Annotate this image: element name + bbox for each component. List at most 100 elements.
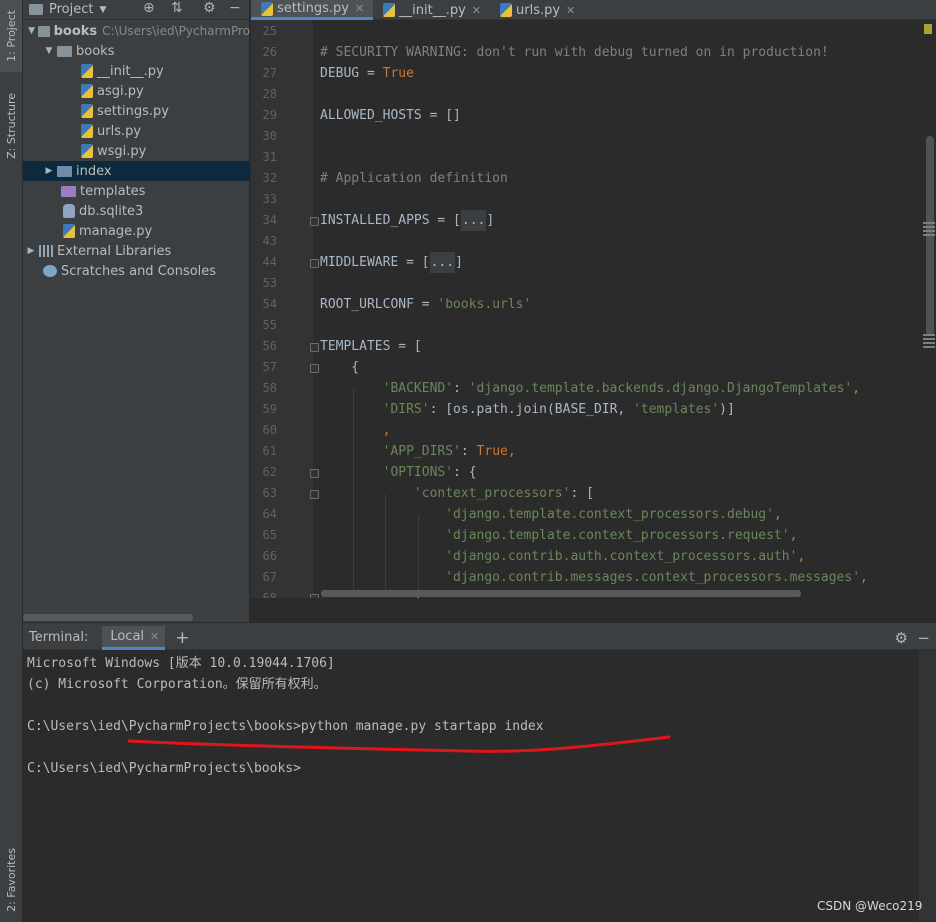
favorites-tool-tab[interactable]: 2: Favorites (0, 838, 22, 922)
code-token: 'django.template.context_processors.debu… (320, 507, 774, 522)
red-underline-annotation (127, 735, 671, 753)
tree-item-books[interactable]: ▼ books (23, 41, 250, 61)
terminal-scrollbar[interactable] (919, 650, 936, 922)
hide-panel-icon[interactable]: − (229, 0, 241, 16)
fold-toggle[interactable] (310, 469, 319, 478)
code-line-54: ROOT_URLCONF = 'books.urls' (320, 294, 531, 315)
gear-icon[interactable]: ⚙ (203, 0, 216, 16)
fold-toggle[interactable] (310, 594, 319, 598)
code-token: INSTALLED_APPS = [ (320, 213, 461, 228)
code-token: 'django.template.context_processors.requ… (320, 528, 790, 543)
inspection-status-icon[interactable] (924, 24, 932, 34)
code-token: : (453, 381, 469, 396)
tree-item-urls-py[interactable]: urls.py (23, 121, 250, 141)
project-tool-tab[interactable]: 1: Project (0, 0, 22, 72)
tree-item-index[interactable]: ▶ index (23, 161, 250, 181)
tree-item-manage-py[interactable]: manage.py (23, 221, 250, 241)
line-number: 60 (262, 423, 277, 437)
fold-toggle[interactable] (310, 217, 319, 226)
editor-horizontal-scrollbar[interactable] (321, 590, 801, 597)
fold-toggle[interactable] (310, 364, 319, 373)
folded-region[interactable]: ... (460, 210, 487, 231)
close-icon[interactable]: ✕ (355, 2, 364, 15)
hide-panel-icon[interactable]: − (917, 629, 930, 647)
code-token: DEBUG = (320, 66, 383, 81)
code-line-60: , (320, 423, 391, 438)
structure-tool-tab[interactable]: Z: Structure (0, 86, 22, 166)
database-file-icon (63, 204, 75, 218)
folder-icon (57, 45, 72, 57)
folded-region[interactable]: ... (429, 252, 456, 273)
collapse-all-icon[interactable]: ⇅ (171, 0, 183, 16)
project-horizontal-scrollbar[interactable] (23, 614, 193, 621)
line-number: 65 (262, 528, 277, 542)
code-line-65: 'django.template.context_processors.requ… (320, 525, 797, 546)
tree-item-settings-py[interactable]: settings.py (23, 101, 250, 121)
tree-item-scratches[interactable]: Scratches and Consoles (23, 261, 250, 281)
code-token: 'books.urls' (437, 297, 532, 312)
line-number: 66 (262, 549, 277, 563)
templates-folder-icon (61, 185, 76, 197)
code-token: )] (719, 402, 735, 417)
code-line-44: MIDDLEWARE = [...] (320, 252, 463, 273)
left-tool-strip: 1: Project Z: Structure 2: Favorites (0, 0, 23, 922)
tree-item-external-libraries[interactable]: ▶ External Libraries (23, 241, 250, 261)
new-terminal-icon[interactable]: + (175, 628, 189, 648)
code-line-57: { (320, 360, 360, 375)
code-token: , (507, 444, 516, 459)
close-icon[interactable]: ✕ (150, 630, 159, 643)
code-token: : { (453, 465, 477, 480)
tree-item-label: settings.py (97, 103, 169, 119)
collapse-arrow-icon[interactable]: ▶ (43, 166, 55, 176)
tree-item-db-sqlite3[interactable]: db.sqlite3 (23, 201, 250, 221)
tree-item-label: urls.py (97, 123, 142, 139)
editor-vertical-scrollbar[interactable] (926, 136, 934, 336)
tree-item-wsgi-py[interactable]: wsgi.py (23, 141, 250, 161)
gear-icon[interactable]: ⚙ (895, 629, 908, 647)
line-number: 30 (262, 129, 277, 143)
tree-item-label: External Libraries (57, 243, 172, 259)
collapse-arrow-icon[interactable]: ▶ (25, 246, 37, 256)
code-token: : [os.path.join(BASE_DIR, (429, 402, 634, 417)
tree-item-asgi-py[interactable]: asgi.py (23, 81, 250, 101)
tab-settings-py[interactable]: settings.py ✕ (251, 0, 374, 20)
tree-item-path: C:\Users\ied\PycharmPro (102, 24, 250, 38)
code-editor[interactable]: 25 26 27 28 29 30 31 32 33 34 43 44 53 5… (251, 20, 936, 598)
expand-arrow-icon[interactable]: ▼ (43, 46, 55, 56)
locate-icon[interactable]: ⊕ (143, 0, 155, 16)
code-token: 'templates' (633, 402, 720, 417)
line-number: 58 (262, 381, 277, 395)
tab-init-py[interactable]: __init__.py ✕ (373, 0, 490, 20)
tree-item-label: db.sqlite3 (79, 203, 144, 219)
tree-item-init-py[interactable]: __init__.py (23, 61, 250, 81)
fold-toggle[interactable] (310, 343, 319, 352)
code-token: , (773, 507, 782, 522)
project-view-selector[interactable]: Project (49, 2, 93, 17)
line-number: 43 (262, 234, 277, 248)
python-file-icon (63, 224, 75, 238)
line-number: 32 (262, 171, 277, 185)
chevron-down-icon[interactable]: ▼ (99, 5, 106, 15)
fold-toggle[interactable] (310, 259, 319, 268)
expand-arrow-icon[interactable]: ▼ (27, 26, 36, 36)
project-tool-tab-label: 1: Project (4, 10, 18, 62)
code-token: MIDDLEWARE = [ (320, 255, 430, 270)
terminal-output[interactable]: Microsoft Windows [版本 10.0.19044.1706] (… (23, 650, 936, 922)
code-line-67: 'django.contrib.messages.context_process… (320, 567, 868, 588)
python-file-icon (81, 64, 93, 78)
tree-item-label: templates (80, 183, 146, 199)
code-token: : [ (570, 486, 594, 501)
line-number: 68 (262, 591, 277, 598)
tab-label: settings.py (277, 1, 349, 16)
tree-item-templates[interactable]: templates (23, 181, 250, 201)
tree-item-label: asgi.py (97, 83, 144, 99)
line-number: 59 (262, 402, 277, 416)
tab-terminal-local[interactable]: Local ✕ (102, 625, 166, 650)
code-token: 'django.template.backends.django.DjangoT… (468, 381, 853, 396)
close-icon[interactable]: ✕ (472, 4, 481, 17)
tree-item-books-root[interactable]: ▼ books C:\Users\ied\PycharmPro (23, 21, 250, 41)
code-token: 'OPTIONS' (320, 465, 454, 480)
close-icon[interactable]: ✕ (566, 4, 575, 17)
tab-urls-py[interactable]: urls.py ✕ (490, 0, 584, 20)
fold-toggle[interactable] (310, 490, 319, 499)
